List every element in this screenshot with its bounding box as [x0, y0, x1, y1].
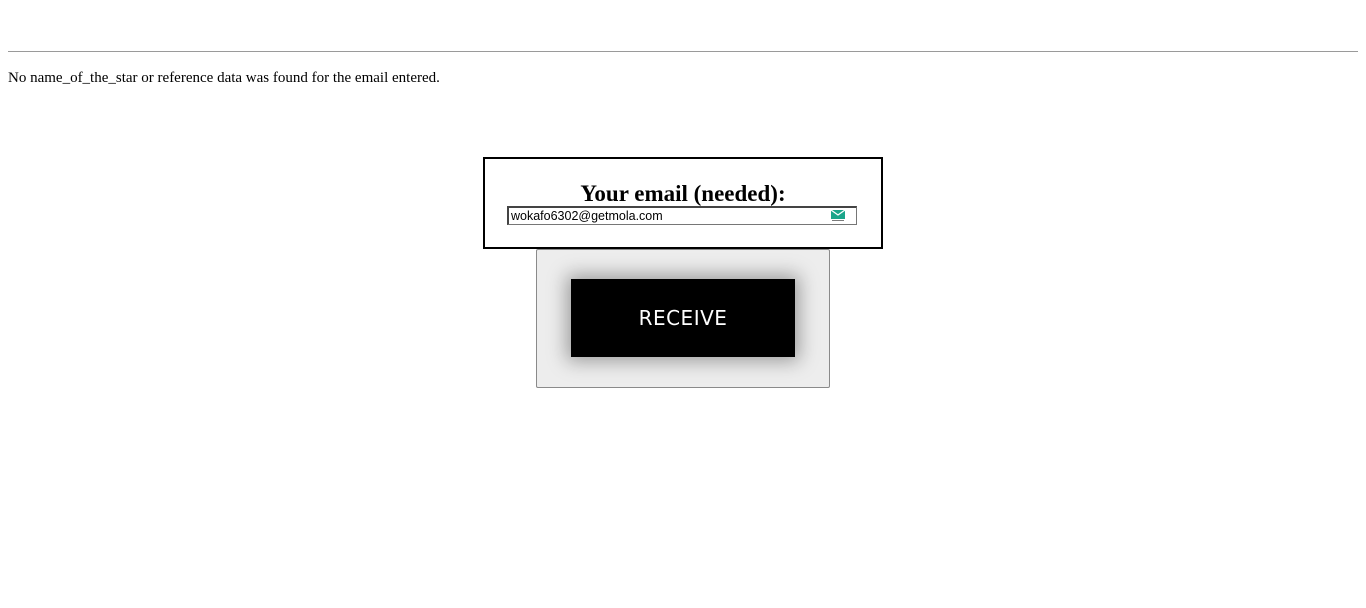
- email-form-box: Your email (needed):: [483, 157, 883, 249]
- envelope-icon[interactable]: [831, 209, 845, 222]
- not-found-message: No name_of_the_star or reference data wa…: [8, 70, 440, 86]
- receive-button[interactable]: RECEIVE: [571, 279, 795, 357]
- top-divider: [8, 51, 1358, 52]
- receive-panel: RECEIVE: [536, 249, 830, 388]
- email-input[interactable]: [511, 208, 821, 224]
- email-field[interactable]: [507, 206, 857, 225]
- email-heading: Your email (needed):: [580, 181, 786, 206]
